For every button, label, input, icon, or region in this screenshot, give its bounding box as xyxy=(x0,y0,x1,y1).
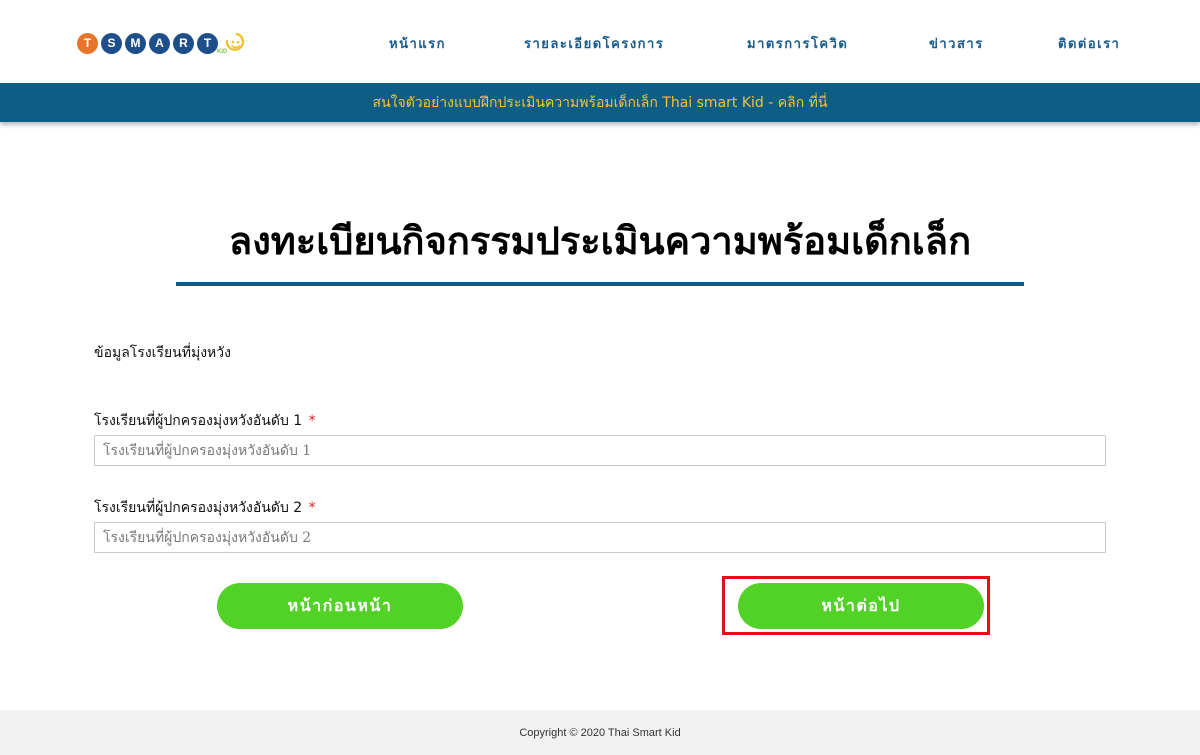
required-marker: * xyxy=(308,413,316,429)
main-nav: หน้าแรก รายละเอียดโครงการ มาตรการโควิด ข… xyxy=(0,33,1200,53)
previous-page-button[interactable]: หน้าก่อนหน้า xyxy=(217,583,463,629)
nav-item-project-details[interactable]: รายละเอียดโครงการ xyxy=(524,33,664,54)
site-footer: Copyright © 2020 Thai Smart Kid xyxy=(0,710,1200,755)
nav-item-covid-measures[interactable]: มาตรการโควิด xyxy=(747,33,848,54)
copyright-text: Copyright © 2020 Thai Smart Kid xyxy=(519,726,681,739)
promo-banner: สนใจตัวอย่างแบบฝึกประเมินความพร้อมเด็กเล… xyxy=(0,83,1200,122)
nav-item-news[interactable]: ข่าวสาร xyxy=(929,33,984,54)
next-page-button[interactable]: หน้าต่อไป xyxy=(738,583,984,629)
nav-item-home[interactable]: หน้าแรก xyxy=(389,33,446,54)
required-marker: * xyxy=(308,500,316,516)
school1-input[interactable] xyxy=(94,435,1106,466)
school2-input[interactable] xyxy=(94,522,1106,553)
title-underline xyxy=(176,282,1024,286)
school1-label: โรงเรียนที่ผู้ปกครองมุ่งหวังอันดับ 1 * xyxy=(94,410,316,432)
school1-label-text: โรงเรียนที่ผู้ปกครองมุ่งหวังอันดับ 1 xyxy=(94,413,303,429)
promo-banner-link[interactable]: สนใจตัวอย่างแบบฝึกประเมินความพร้อมเด็กเล… xyxy=(373,92,828,114)
school2-label: โรงเรียนที่ผู้ปกครองมุ่งหวังอันดับ 2 * xyxy=(94,497,316,519)
nav-item-contact[interactable]: ติดต่อเรา xyxy=(1058,33,1120,54)
site-header: T S M A R T KID หน้าแรก รายละเอียดโครงกา… xyxy=(0,0,1200,83)
section-label: ข้อมูลโรงเรียนที่มุ่งหวัง xyxy=(94,345,231,361)
school2-label-text: โรงเรียนที่ผู้ปกครองมุ่งหวังอันดับ 2 xyxy=(94,500,303,516)
page-title: ลงทะเบียนกิจกรรมประเมินความพร้อมเด็กเล็ก xyxy=(228,219,972,263)
